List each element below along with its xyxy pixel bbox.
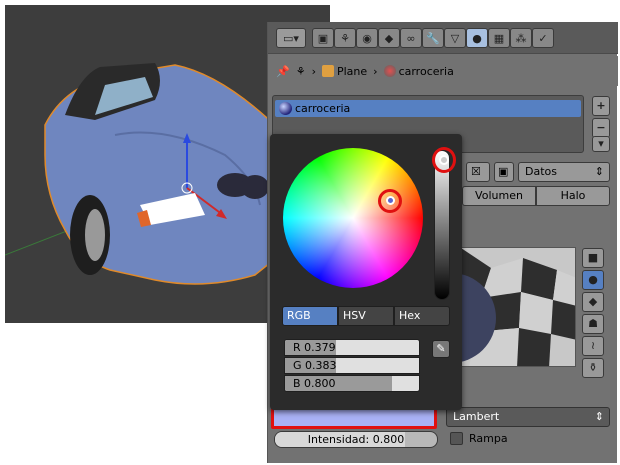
- material-slot-row[interactable]: carroceria: [275, 100, 581, 117]
- ramp-label: Rampa: [469, 432, 508, 445]
- green-slider[interactable]: G 0.383: [284, 357, 420, 374]
- link-data-label: Datos: [525, 165, 557, 178]
- blender-window: ▭▾ ▣ ⚘ ◉ ◆ ∞ 🔧 ▽ ● ▦ ⁂ ✓ 📌 ⚘ › Plane › c…: [0, 0, 620, 465]
- pin-icon[interactable]: 📌: [276, 65, 290, 78]
- add-slot-button[interactable]: +: [592, 96, 610, 116]
- tab-halo[interactable]: Halo: [536, 186, 610, 206]
- material-preview: [460, 247, 576, 367]
- highlight-ring-wheel: [378, 189, 402, 213]
- fake-user-button[interactable]: ▣: [494, 162, 514, 182]
- breadcrumb-object-label: Plane: [336, 64, 368, 78]
- preview-monkey-button[interactable]: ☗: [582, 314, 604, 334]
- object-icon: [321, 65, 334, 77]
- updown-icon: ⇕: [594, 165, 604, 178]
- diffuse-shader-label: Lambert: [453, 410, 500, 423]
- editor-type-button[interactable]: ▭▾: [276, 28, 306, 48]
- material-type-tabs: Volumen Halo: [462, 186, 610, 206]
- intensity-slider[interactable]: Intensidad: 0.800: [274, 431, 438, 448]
- breadcrumb-material: carroceria: [383, 64, 454, 78]
- modifiers-icon[interactable]: 🔧: [422, 28, 444, 48]
- blue-label: B 0.800: [293, 377, 336, 390]
- particles-icon[interactable]: ⁂: [510, 28, 532, 48]
- chevron-right-icon: ›: [373, 64, 378, 78]
- updown-icon: ⇕: [594, 410, 604, 423]
- diffuse-shader-select[interactable]: Lambert ⇕: [446, 407, 610, 427]
- green-label: G 0.383: [293, 359, 337, 372]
- color-mode-tabs: RGB HSV Hex: [282, 306, 450, 326]
- red-slider[interactable]: R 0.379: [284, 339, 420, 356]
- slot-menu-button[interactable]: ▾: [592, 136, 610, 152]
- object-icon[interactable]: ◆: [378, 28, 400, 48]
- ramp-checkbox[interactable]: [450, 432, 463, 445]
- tab-hsv[interactable]: HSV: [338, 306, 394, 326]
- data-icon[interactable]: ▽: [444, 28, 466, 48]
- checker-preview: [461, 248, 575, 366]
- tab-hex[interactable]: Hex: [394, 306, 450, 326]
- red-label: R 0.379: [293, 341, 336, 354]
- remove-slot-button[interactable]: −: [592, 118, 610, 138]
- material-icon[interactable]: ●: [466, 28, 488, 48]
- preview-sphere-button[interactable]: ●: [582, 270, 604, 290]
- constraints-icon[interactable]: ∞: [400, 28, 422, 48]
- preview-sky-button[interactable]: ⚱: [582, 358, 604, 378]
- render-icon[interactable]: ▣: [312, 28, 334, 48]
- highlight-ring-value: [432, 147, 456, 173]
- preview-cube-button[interactable]: ◆: [582, 292, 604, 312]
- unlink-button[interactable]: ☒: [466, 162, 490, 182]
- material-ball-icon: [279, 102, 292, 115]
- tab-volume[interactable]: Volumen: [462, 186, 536, 206]
- breadcrumb-object: Plane: [321, 64, 368, 78]
- link-data-select[interactable]: Datos ⇕: [518, 162, 610, 182]
- color-picker-popup: RGB HSV Hex R 0.379 G 0.383 B 0.800 ✎: [270, 134, 462, 410]
- texture-icon[interactable]: ▦: [488, 28, 510, 48]
- color-wheel[interactable]: [283, 148, 423, 288]
- scene-icon[interactable]: ⚘: [334, 28, 356, 48]
- ramp-toggle[interactable]: Rampa: [450, 432, 508, 445]
- material-icon: [383, 65, 396, 77]
- blue-slider[interactable]: B 0.800: [284, 375, 420, 392]
- material-slot-label: carroceria: [295, 102, 351, 115]
- scene-crumb-icon: ⚘: [295, 64, 306, 78]
- world-icon[interactable]: ◉: [356, 28, 378, 48]
- intensity-label: Intensidad: 0.800: [307, 433, 405, 446]
- preview-hair-button[interactable]: ≀: [582, 336, 604, 356]
- tab-rgb[interactable]: RGB: [282, 306, 338, 326]
- chevron-right-icon: ›: [311, 64, 316, 78]
- preview-plane-button[interactable]: ■: [582, 248, 604, 268]
- properties-header: ▭▾ ▣ ⚘ ◉ ◆ ∞ 🔧 ▽ ● ▦ ⁂ ✓: [268, 22, 618, 54]
- physics-icon[interactable]: ✓: [532, 28, 554, 48]
- eyedropper-icon[interactable]: ✎: [432, 340, 450, 358]
- breadcrumb: 📌 ⚘ › Plane › carroceria: [268, 56, 618, 86]
- breadcrumb-material-label: carroceria: [398, 64, 454, 78]
